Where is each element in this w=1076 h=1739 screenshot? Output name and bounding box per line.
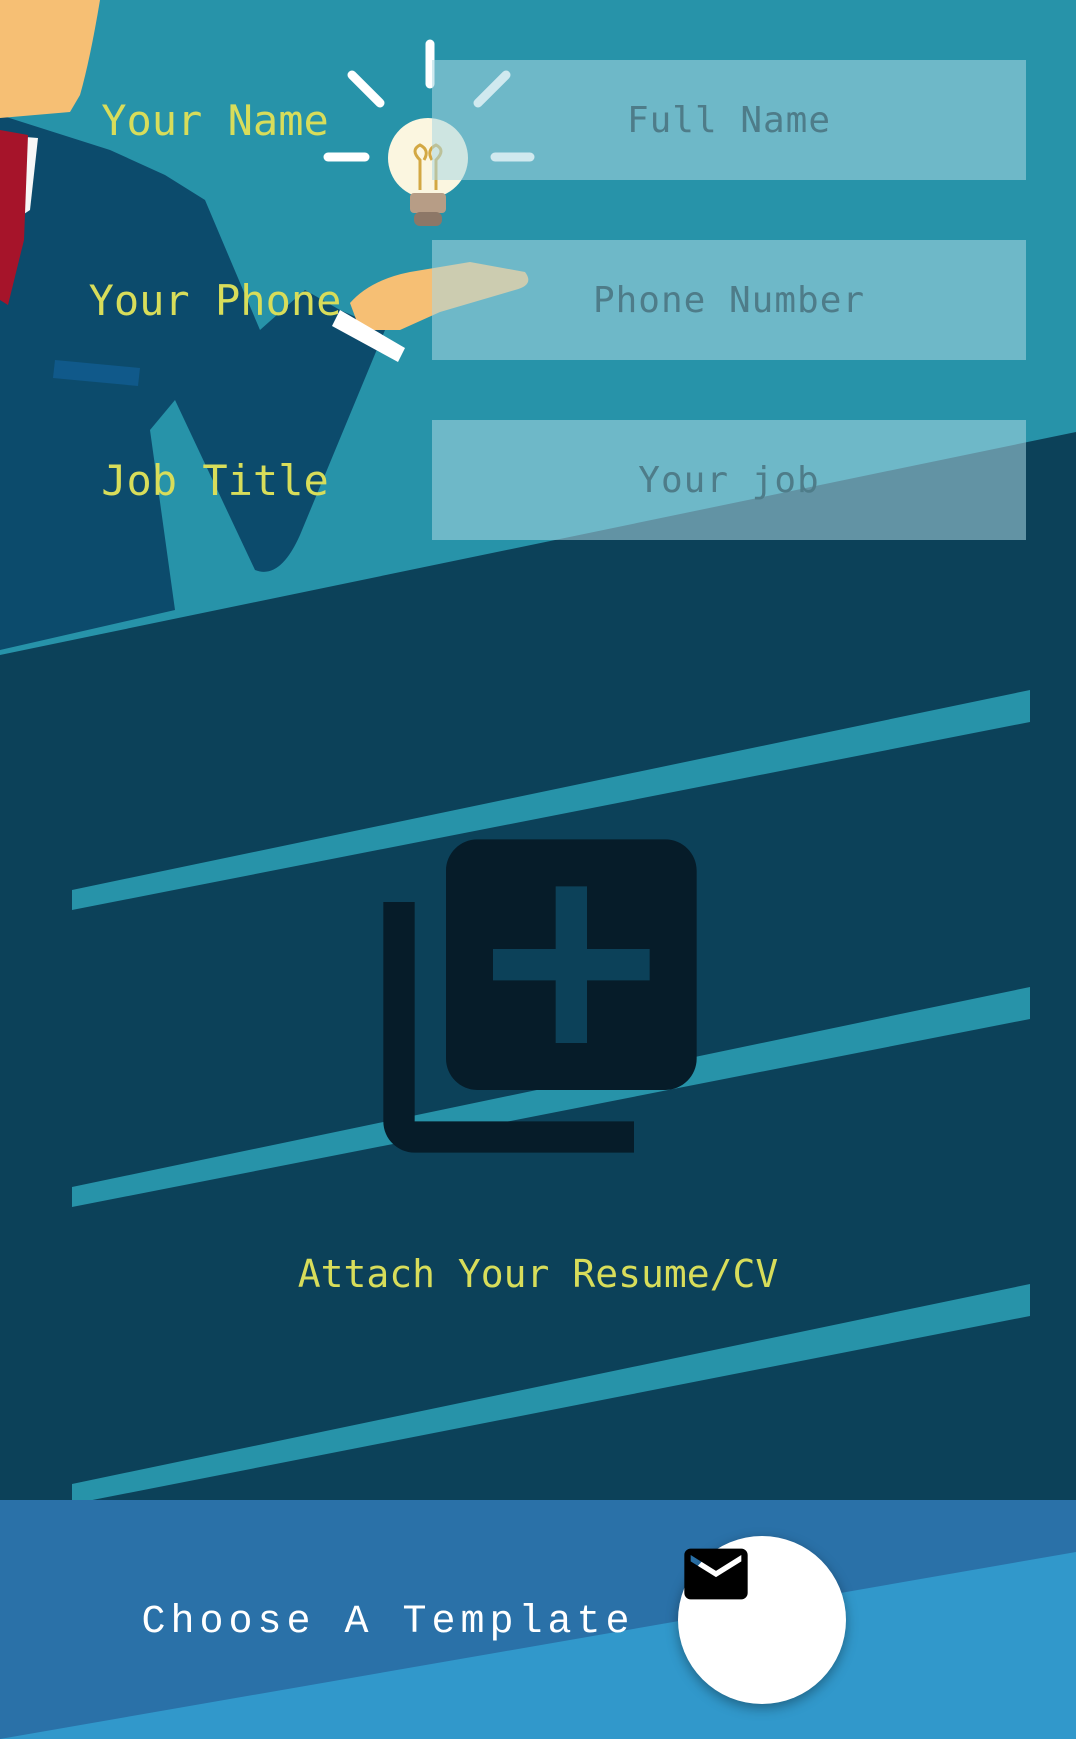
phone-number-input[interactable]: [432, 240, 1026, 360]
job-title-label: Job Title: [101, 455, 329, 505]
name-label: Your Name: [101, 95, 329, 145]
choose-template-button[interactable]: Choose A Template: [141, 1590, 629, 1654]
bottom-bar: Choose A Template: [0, 1500, 1076, 1739]
full-name-input[interactable]: [432, 60, 1026, 180]
library-add-icon[interactable]: [352, 808, 728, 1184]
attach-resume-label[interactable]: Attach Your Resume/CV: [0, 1252, 1076, 1296]
job-title-input[interactable]: [432, 420, 1026, 540]
mail-icon: [684, 1548, 748, 1600]
phone-label: Your Phone: [88, 275, 342, 325]
send-email-button[interactable]: [678, 1536, 846, 1704]
app-screen: Your Name Your Phone Job Title Attach Yo…: [0, 0, 1076, 1739]
